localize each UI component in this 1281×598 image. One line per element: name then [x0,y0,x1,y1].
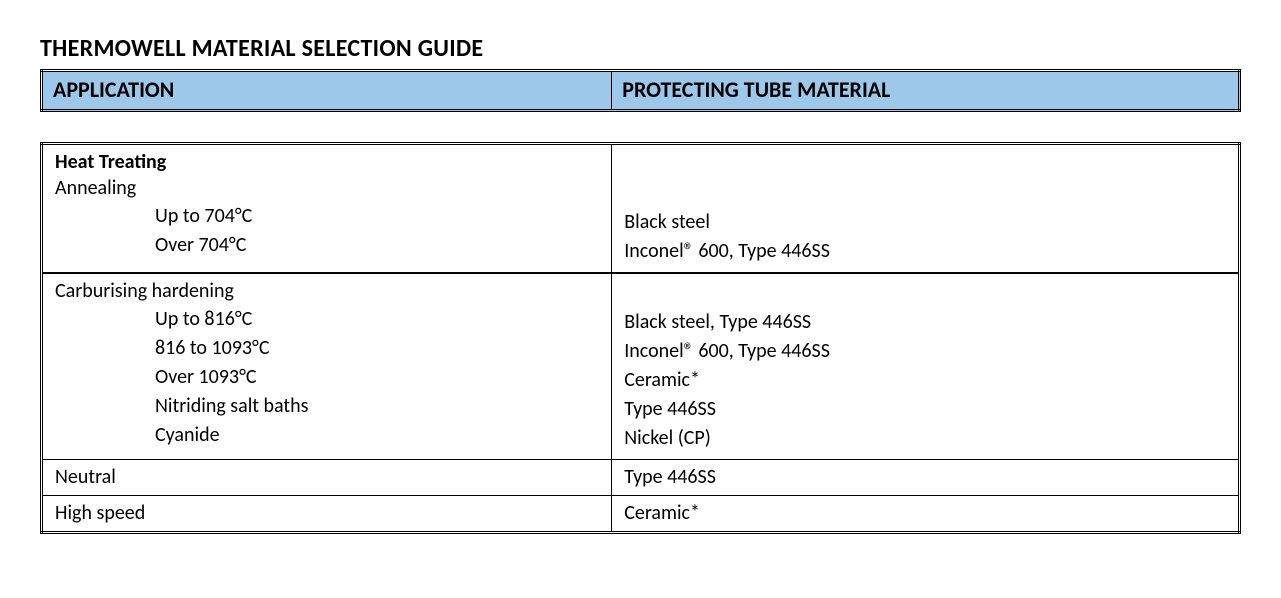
material-list: Black steel Inconel® 600, Type 446SS [624,208,1226,266]
header-application: APPLICATION [42,71,612,111]
condition-list: Up to 816°C 816 to 1093°C Over 1093°C Ni… [55,305,599,450]
table-cell-application: Neutral [42,460,612,496]
material-item: Black steel, Type 446SS [624,308,1226,337]
table-cell-application: Heat Treating Annealing Up to 704°C Over… [42,144,612,274]
table-cell-material: Black steel Inconel® 600, Type 446SS [612,144,1240,274]
material-item: Ceramic* [624,366,1226,395]
sub-heading: Carburising hardening [55,279,599,303]
condition-item: 816 to 1093°C [155,334,599,363]
condition-item: Over 704°C [155,231,599,260]
spacer [624,150,1226,179]
condition-item: Nitriding salt baths [155,392,599,421]
header-material: PROTECTING TUBE MATERIAL [612,71,1240,111]
condition-item: Cyanide [155,421,599,450]
spacer [624,279,1226,308]
condition-item: Over 1093°C [155,363,599,392]
sub-heading: Annealing [55,176,599,200]
table-cell-material: Ceramic* [612,496,1240,533]
material-item: Nickel (CP) [624,424,1226,453]
section-heading: Heat Treating [55,150,599,174]
page-title: THERMOWELL MATERIAL SELECTION GUIDE [40,34,1241,63]
material-item: Inconel® 600, Type 446SS [624,337,1226,366]
table-cell-material: Type 446SS [612,460,1240,496]
selection-table: Heat Treating Annealing Up to 704°C Over… [40,142,1241,534]
table-cell-application: Carburising hardening Up to 816°C 816 to… [42,273,612,460]
condition-item: Up to 816°C [155,305,599,334]
material-list: Black steel, Type 446SS Inconel® 600, Ty… [624,308,1226,453]
spacer [624,179,1226,208]
condition-item: Up to 704°C [155,202,599,231]
condition-list: Up to 704°C Over 704°C [55,202,599,260]
page: THERMOWELL MATERIAL SELECTION GUIDE APPL… [0,0,1281,564]
table-cell-application: High speed [42,496,612,533]
table-cell-material: Black steel, Type 446SS Inconel® 600, Ty… [612,273,1240,460]
material-item: Type 446SS [624,395,1226,424]
material-item: Black steel [624,208,1226,237]
material-item: Inconel® 600, Type 446SS [624,237,1226,266]
header-table: APPLICATION PROTECTING TUBE MATERIAL [40,69,1241,112]
